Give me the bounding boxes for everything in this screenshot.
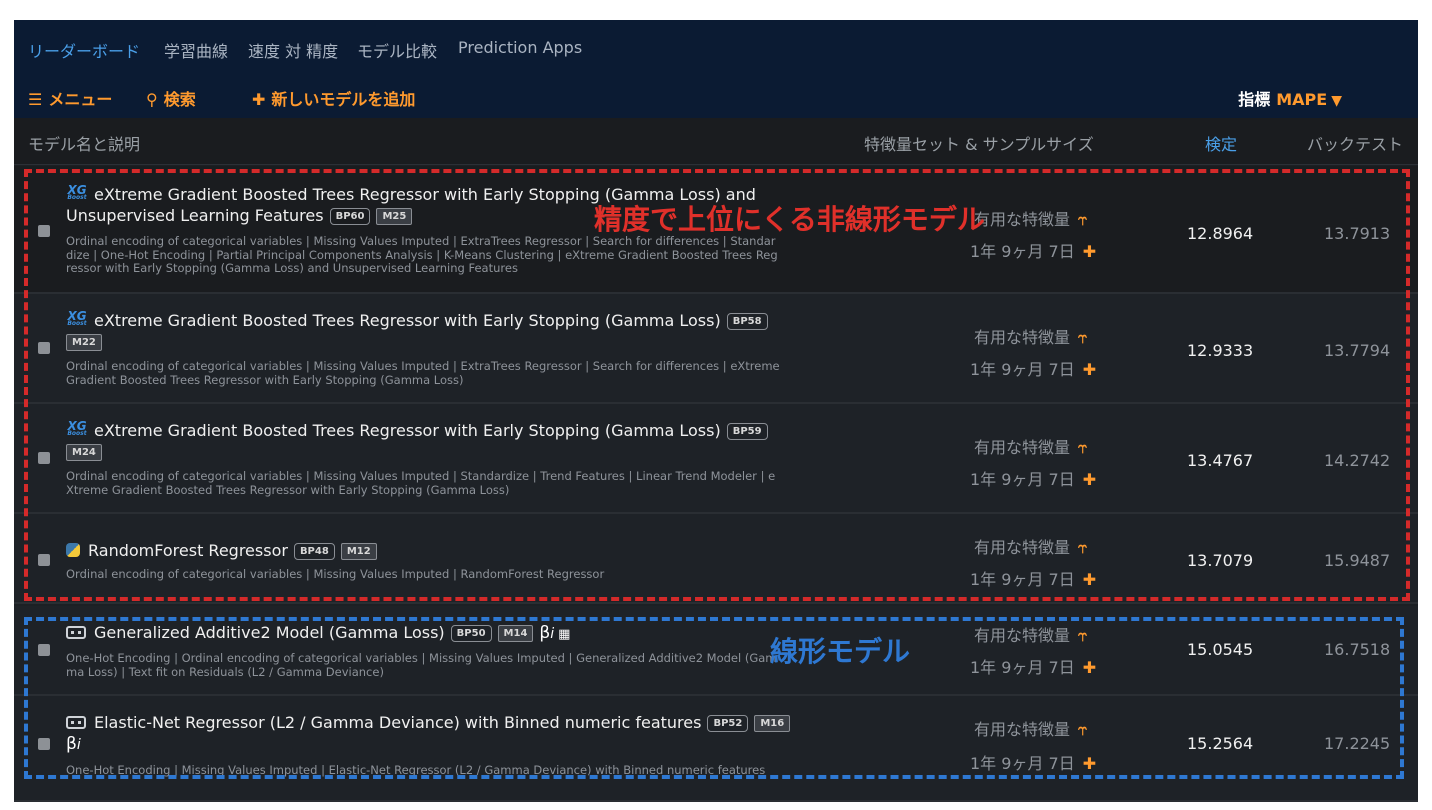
metric-selector[interactable]: 指標 MAPE ▼ [1238, 86, 1342, 110]
col-model-name[interactable]: モデル名と説明 [28, 131, 140, 155]
menu-button[interactable]: ☰ メニュー [28, 86, 112, 110]
leaderboard-app: リーダーボード 学習曲線 速度 対 精度 モデル比較 Prediction Ap… [14, 20, 1418, 802]
tab-prediction-apps[interactable]: Prediction Apps [458, 38, 582, 57]
nonlinear-models-annotation: 精度で上位にくる非線形モデル [594, 203, 985, 236]
tab-speed-vs-accuracy[interactable]: 速度 対 精度 [248, 38, 338, 62]
col-backtest[interactable]: バックテスト [1307, 131, 1403, 155]
column-header: モデル名と説明 特徴量セット & サンプルサイズ 検定 バックテスト [14, 118, 1418, 165]
col-features[interactable]: 特徴量セット & サンプルサイズ [864, 131, 1094, 155]
linear-models-annotation: 線形モデル [770, 635, 911, 668]
search-icon: ⚲ [146, 90, 158, 109]
chevron-down-icon: ▼ [1331, 93, 1342, 109]
tab-model-comparison[interactable]: モデル比較 [357, 38, 437, 62]
search-button[interactable]: ⚲ 検索 [146, 86, 196, 110]
tab-leaderboard[interactable]: リーダーボード [28, 38, 140, 62]
hamburger-icon: ☰ [28, 90, 43, 109]
toolbar: ☰ メニュー ⚲ 検索 ✚ 新しいモデルを追加 指標 MAPE ▼ [14, 78, 1418, 118]
col-validation[interactable]: 検定 [1205, 131, 1237, 155]
linear-models-highlight [24, 617, 1404, 779]
top-nav: リーダーボード 学習曲線 速度 対 精度 モデル比較 Prediction Ap… [14, 20, 1418, 78]
add-model-button[interactable]: ✚ 新しいモデルを追加 [252, 86, 415, 110]
plus-icon: ✚ [252, 90, 266, 109]
tab-learning-curve[interactable]: 学習曲線 [164, 38, 228, 62]
